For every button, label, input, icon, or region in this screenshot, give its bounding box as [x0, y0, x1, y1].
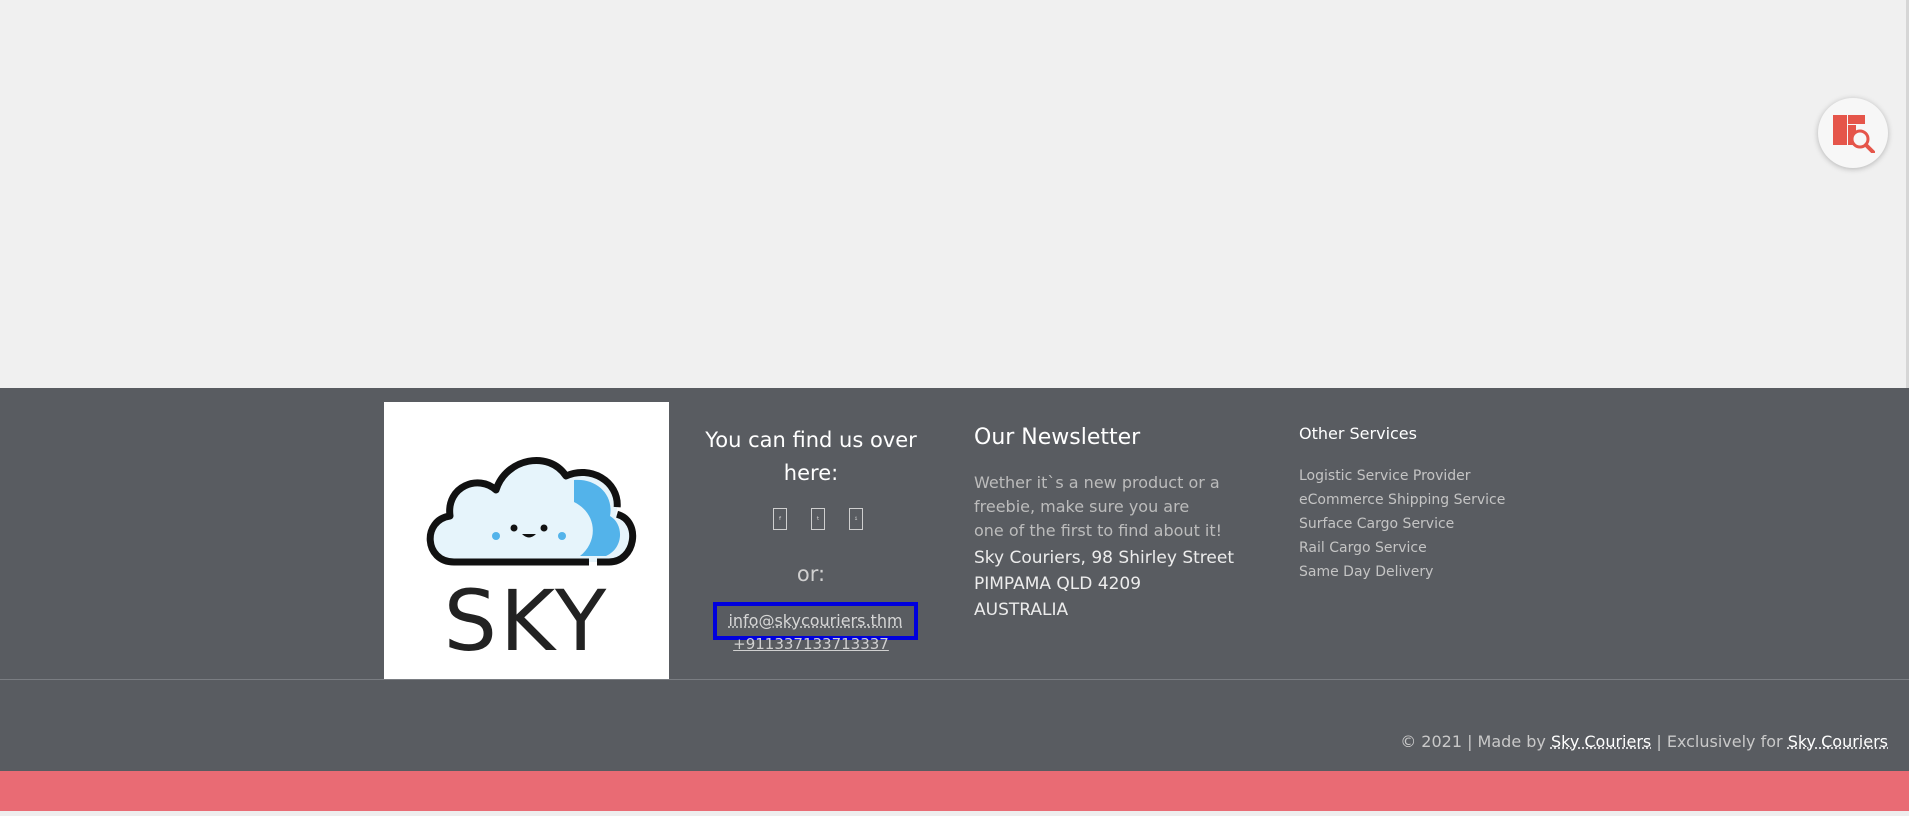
copyright-prefix: © 2021 | Made by [1400, 732, 1546, 751]
page-top-area [0, 0, 1909, 388]
site-footer [0, 388, 1909, 771]
copyright-middle: | Exclusively for [1656, 732, 1783, 751]
address-line: PIMPAMA QLD 4209 [974, 574, 1142, 594]
catalog-search-icon [1833, 115, 1875, 153]
instagram-icon[interactable]: i [849, 508, 863, 530]
address-line: Sky Couriers, 98 Shirley Street [974, 548, 1234, 568]
logo-wordmark: SKY [443, 572, 610, 670]
newsletter-text: Wether it`s a new product or a freebie, … [974, 473, 1223, 540]
accent-bar [0, 771, 1909, 811]
service-link[interactable]: Logistic Service Provider [1299, 464, 1505, 488]
bottom-strip [0, 811, 1909, 816]
exclusive-for-link[interactable]: Sky Couriers [1788, 732, 1888, 751]
phone-link[interactable]: +911337133713337 [700, 634, 922, 654]
services-heading: Other Services [1299, 424, 1417, 443]
address-line: AUSTRALIA [974, 600, 1069, 620]
made-by-link[interactable]: Sky Couriers [1551, 732, 1651, 751]
social-links: f t i [773, 508, 863, 530]
footer-divider [0, 679, 1909, 680]
newsletter-heading: Our Newsletter [974, 425, 1141, 450]
contact-heading: You can find us over here: [705, 428, 917, 485]
facebook-icon[interactable]: f [773, 508, 787, 530]
service-link[interactable]: Same Day Delivery [1299, 560, 1505, 584]
search-catalog-button[interactable] [1818, 98, 1888, 168]
twitter-icon[interactable]: t [811, 508, 825, 530]
services-list: Logistic Service Provider eCommerce Ship… [1299, 464, 1505, 584]
sky-logo: SKY [384, 402, 669, 680]
copyright-notice: © 2021 | Made by Sky Couriers | Exclusiv… [1400, 732, 1888, 751]
service-link[interactable]: Surface Cargo Service [1299, 512, 1505, 536]
service-link[interactable]: eCommerce Shipping Service [1299, 488, 1505, 512]
company-address: Sky Couriers, 98 Shirley Street PIMPAMA … [974, 545, 1244, 623]
or-separator: or: [796, 562, 826, 586]
service-link[interactable]: Rail Cargo Service [1299, 536, 1505, 560]
